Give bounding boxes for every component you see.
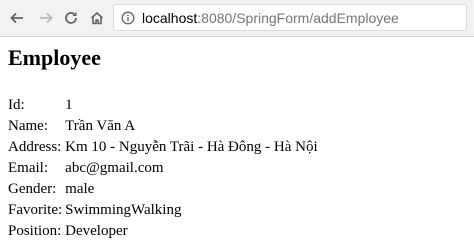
field-value-position: Developer [65, 223, 128, 239]
table-row: Id: 1 [8, 95, 318, 116]
reload-icon [65, 12, 77, 24]
field-value-favorite: SwimmingWalking [65, 202, 182, 218]
field-label-favorite: Favorite: [8, 202, 63, 218]
reload-button[interactable] [61, 8, 81, 28]
field-value-name: Trần Văn A [65, 118, 136, 134]
employee-details-table: Id: 1 Name: Trần Văn A Address: Km 10 - … [8, 95, 318, 242]
table-row: Address: Km 10 - Nguyễn Trãi - Hà Đông -… [8, 137, 318, 158]
field-label-id: Id: [8, 97, 25, 113]
table-row: Gender: male [8, 179, 318, 200]
info-circle-icon[interactable] [121, 11, 135, 25]
home-button[interactable] [87, 8, 107, 28]
page-title: Employee [8, 45, 101, 70]
field-label-position: Position: [8, 223, 62, 239]
home-icon [90, 12, 104, 25]
back-button[interactable] [7, 8, 27, 28]
field-label-gender: Gender: [8, 181, 57, 197]
browser-toolbar: localhost:8080/SpringForm/addEmployee [0, 0, 474, 37]
address-bar[interactable]: localhost:8080/SpringForm/addEmployee [113, 4, 467, 31]
arrow-left-icon [10, 12, 23, 24]
url-path: :8080/SpringForm/addEmployee [197, 9, 399, 26]
table-row: Email: abc@gmail.com [8, 158, 318, 179]
field-value-id: 1 [65, 97, 73, 113]
table-row: Position: Developer [8, 221, 318, 242]
forward-button[interactable] [36, 8, 56, 28]
field-label-address: Address: [8, 139, 62, 155]
field-label-name: Name: [8, 118, 48, 134]
field-value-email: abc@gmail.com [65, 160, 164, 176]
url-host: localhost [142, 9, 198, 26]
table-row: Favorite: SwimmingWalking [8, 200, 318, 221]
field-value-gender: male [65, 181, 95, 197]
table-row: Name: Trần Văn A [8, 116, 318, 137]
field-label-email: Email: [8, 160, 48, 176]
url-text[interactable]: localhost:8080/SpringForm/addEmployee [142, 10, 399, 26]
arrow-right-icon [40, 12, 53, 24]
field-value-address: Km 10 - Nguyễn Trãi - Hà Đông - Hà Nội [65, 139, 318, 155]
page-content: Employee Id: 1 Name: Trần Văn A Address:… [0, 37, 474, 242]
